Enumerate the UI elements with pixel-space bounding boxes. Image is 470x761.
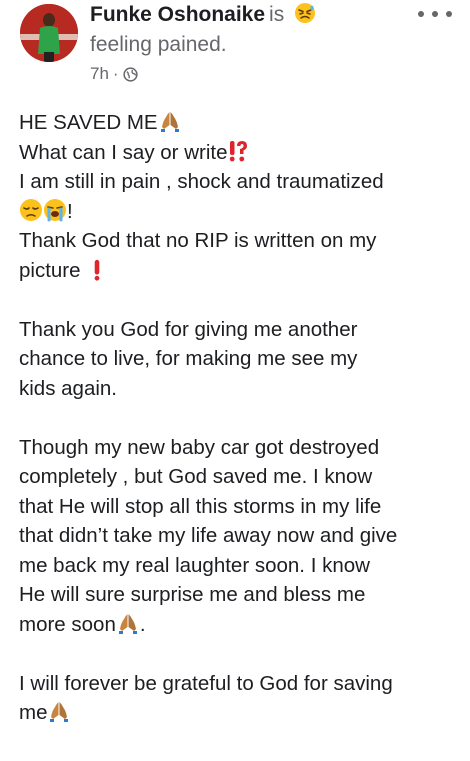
text-span: What can I say or write	[19, 140, 228, 164]
loudly-crying-face-emoji	[44, 198, 66, 221]
dot	[446, 11, 452, 17]
text-line: I am still in pain , shock and traumatiz…	[19, 170, 384, 193]
text-line: me back my real laughter soon. I know	[19, 553, 370, 577]
text-line: What can I say or write	[19, 138, 459, 168]
text-span: HE SAVED ME	[19, 111, 158, 134]
text-span: me	[19, 701, 48, 724]
text-line: that He will stop all this storms in my …	[19, 494, 382, 518]
more-options-icon[interactable]	[418, 4, 452, 24]
red-exclamation-emoji	[94, 259, 100, 281]
folded-hands-emoji	[118, 613, 137, 634]
author-line: Funke Oshonaike is	[90, 2, 316, 27]
paragraph-2: Thank you God for giving me another chan…	[19, 315, 459, 404]
text-line: me	[19, 698, 459, 728]
text-line: !	[19, 197, 459, 227]
is-label: is	[269, 3, 285, 26]
text-span: more soon	[19, 612, 116, 636]
feeling-text: feeling pained.	[90, 33, 227, 56]
text-line: Thank you God for giving me another	[19, 317, 358, 341]
text-line: Though my new baby car got destroyed	[19, 435, 380, 459]
text-line: Thank God that no RIP is written on my	[19, 229, 377, 252]
paragraph-1: HE SAVED ME What can I say or write I am…	[19, 108, 459, 285]
folded-hands-emoji	[160, 112, 179, 132]
pensive-face-emoji	[20, 198, 42, 221]
post-header: Funke Oshonaike is feeling pained. 7h ·	[0, 0, 470, 92]
dot	[432, 11, 438, 17]
post-meta: 7h ·	[90, 64, 138, 84]
author-name[interactable]: Funke Oshonaike	[90, 3, 265, 26]
text-line: picture	[19, 256, 459, 286]
text-span: .	[139, 612, 146, 636]
paragraph-4: I will forever be grateful to God for sa…	[19, 669, 459, 728]
text-line: I will forever be grateful to God for sa…	[19, 671, 393, 695]
post-timestamp[interactable]: 7h	[90, 64, 109, 84]
paragraph-3: Though my new baby car got destroyed com…	[19, 433, 459, 640]
post-body: HE SAVED ME What can I say or write I am…	[19, 108, 459, 757]
text-line: He will sure surprise me and bless me	[19, 583, 366, 606]
text-line: HE SAVED ME	[19, 108, 459, 138]
text-line: that didn’t take my life away now and gi…	[19, 524, 398, 547]
text-line: completely , but God saved me. I know	[19, 465, 373, 488]
text-line: kids again.	[19, 376, 118, 400]
meta-separator: ·	[112, 64, 119, 83]
text-line: more soon.	[19, 610, 459, 640]
globe-icon[interactable]	[122, 66, 138, 82]
text-span: picture	[19, 258, 87, 282]
exclamation-question-emoji	[230, 140, 248, 161]
dot	[418, 11, 424, 17]
pained-face-emoji	[294, 2, 316, 24]
text-span: !	[67, 199, 73, 223]
author-avatar[interactable]	[20, 4, 78, 62]
text-line: chance to live, for making me see my	[19, 347, 358, 370]
folded-hands-emoji	[50, 702, 69, 722]
